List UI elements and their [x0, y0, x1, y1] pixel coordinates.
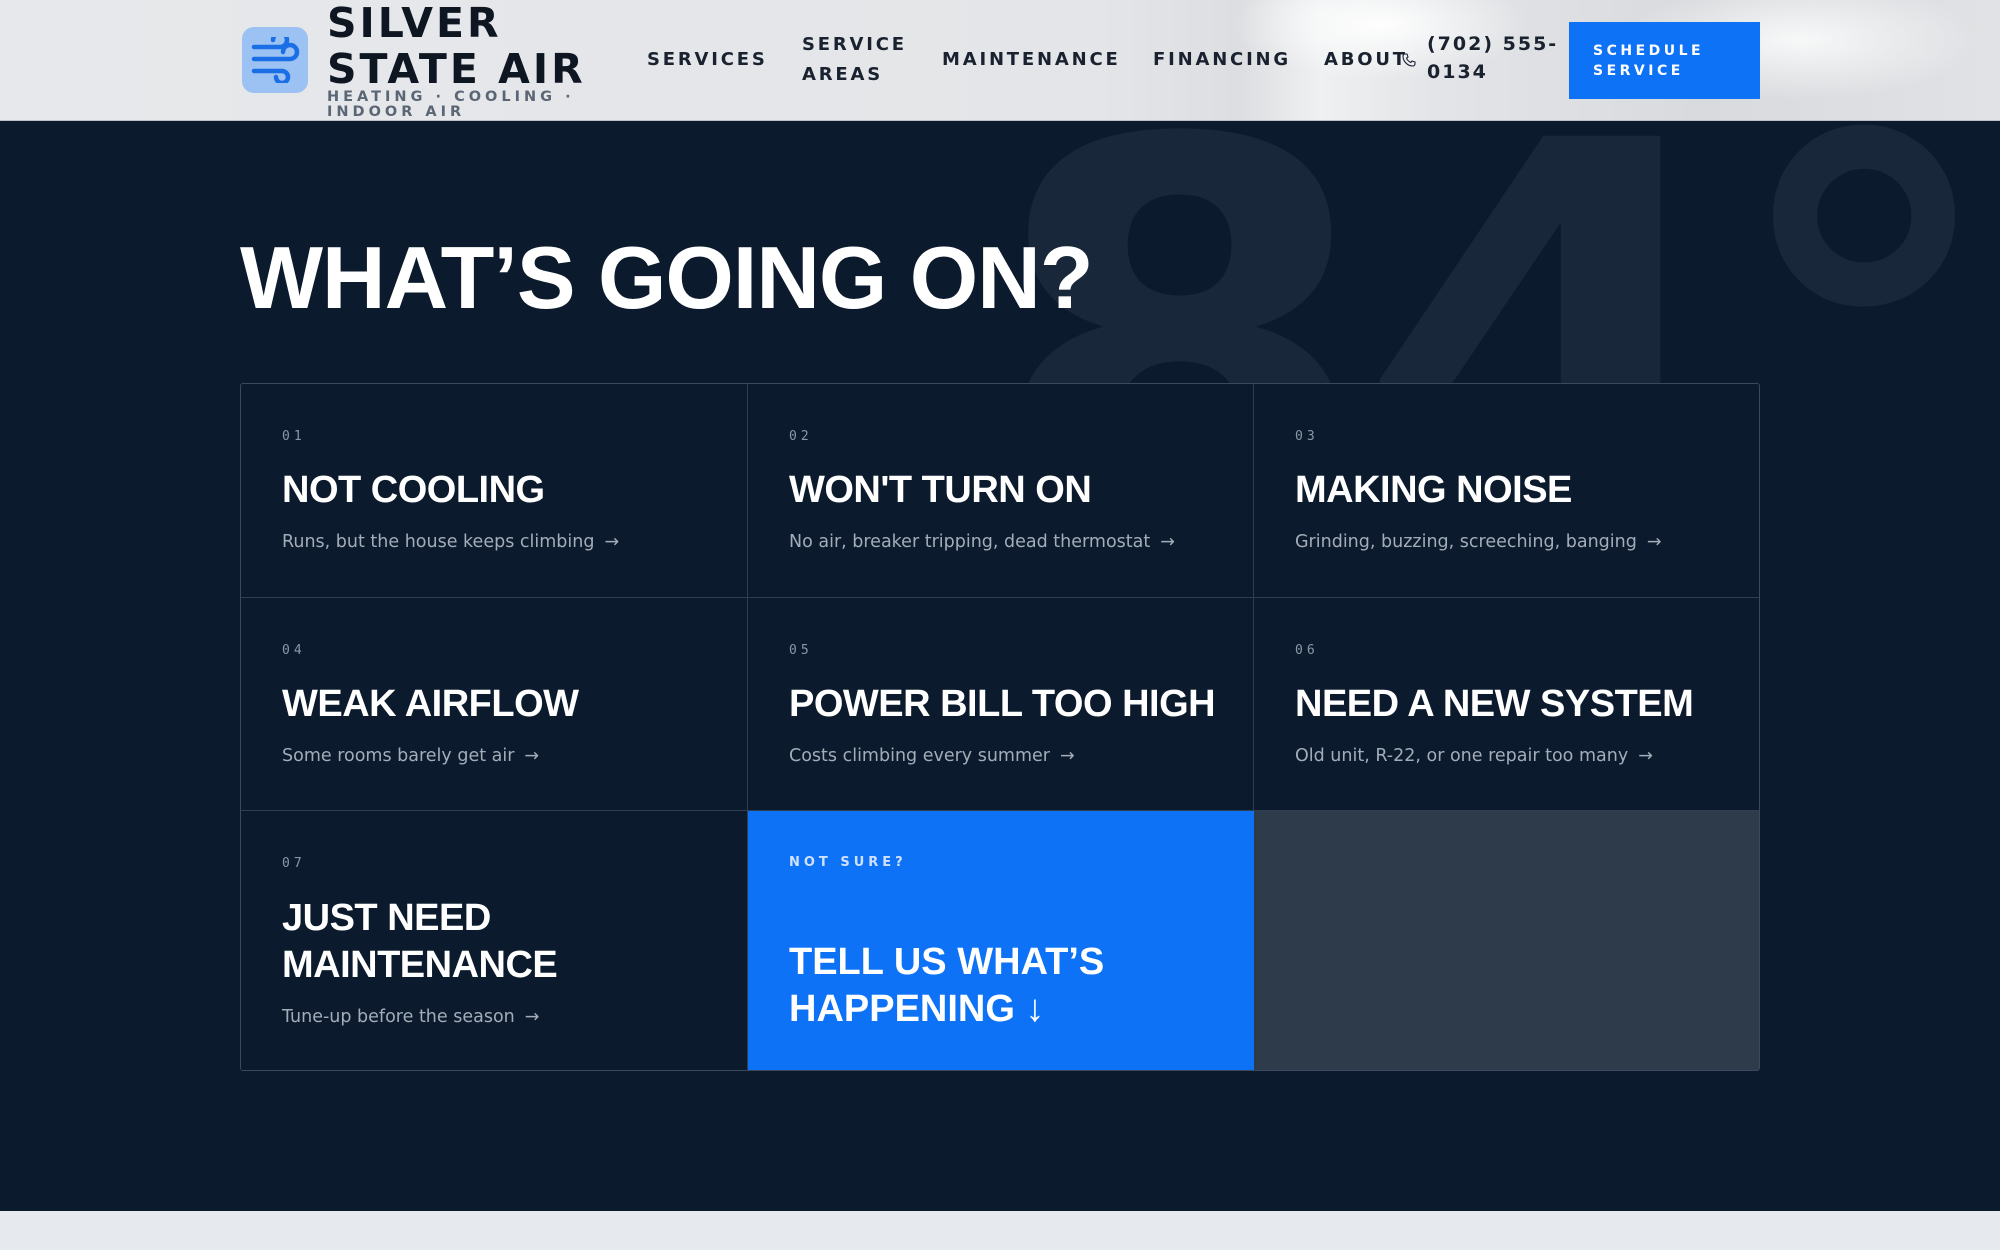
site-header: SILVER STATE AIR HEATING · COOLING · IND… — [0, 0, 2000, 121]
issue-card-weak-airflow[interactable]: 04 WEAK AIRFLOW Some rooms barely get ai… — [241, 598, 748, 811]
issue-card-new-system[interactable]: 06 NEED A NEW SYSTEM Old unit, R-22, or … — [1254, 598, 1759, 811]
arrow-right-icon: → — [524, 746, 540, 766]
issue-title: WON'T TURN ON — [789, 469, 1092, 511]
nav-financing[interactable]: FINANCING — [1153, 45, 1291, 75]
issue-number: 05 — [789, 643, 813, 658]
issue-subtitle-text: Some rooms barely get air — [282, 746, 515, 766]
arrow-right-icon: → — [1059, 746, 1075, 766]
issue-title: POWER BILL TOO HIGH — [789, 683, 1216, 725]
issue-title: NEED A NEW SYSTEM — [1295, 683, 1694, 725]
issue-title: JUST NEED MAINTENANCE — [282, 897, 558, 986]
issue-subtitle-text: Grinding, buzzing, screeching, banging — [1295, 532, 1637, 552]
issue-subtitle: Some rooms barely get air → — [282, 746, 539, 766]
issue-subtitle: Costs climbing every summer → — [789, 746, 1075, 766]
issue-card-making-noise[interactable]: 03 MAKING NOISE Grinding, buzzing, scree… — [1254, 384, 1759, 598]
nav-about[interactable]: ABOUT — [1324, 45, 1408, 75]
brand-name-line2: STATE AIR — [327, 45, 586, 93]
issue-number: 01 — [282, 429, 306, 444]
background-temperature: 84° — [985, 121, 2000, 421]
phone-number[interactable]: (702) 555-0134 — [1427, 30, 1567, 86]
tell-us-title: TELL US WHAT’S HAPPENING ↓ — [789, 939, 1169, 1033]
page-title: WHAT’S GOING ON? — [240, 228, 1094, 327]
issue-subtitle-text: Runs, but the house keeps climbing — [282, 532, 595, 552]
brand-tagline: HEATING · COOLING · INDOOR AIR — [327, 89, 575, 120]
issue-title: WEAK AIRFLOW — [282, 683, 579, 725]
issue-card-wont-turn-on[interactable]: 02 WON'T TURN ON No air, breaker trippin… — [748, 384, 1254, 598]
arrow-down-icon: ↓ — [1025, 988, 1045, 1030]
schedule-service-button[interactable]: SCHEDULE SERVICE — [1569, 22, 1760, 99]
issue-subtitle: Runs, but the house keeps climbing → — [282, 532, 619, 552]
issue-title: NOT COOLING — [282, 469, 545, 511]
issue-number: 03 — [1295, 429, 1319, 444]
issue-subtitle-text: Costs climbing every summer — [789, 746, 1050, 766]
issue-card-maintenance[interactable]: 07 JUST NEED MAINTENANCE Tune-up before … — [241, 811, 748, 1070]
issue-title: MAKING NOISE — [1295, 469, 1572, 511]
tell-us-title-text: TELL US WHAT’S HAPPENING — [789, 941, 1105, 1030]
issue-card-not-cooling[interactable]: 01 NOT COOLING Runs, but the house keeps… — [241, 384, 748, 598]
issue-number: 07 — [282, 856, 306, 871]
issue-subtitle-text: Tune-up before the season — [282, 1007, 515, 1027]
not-sure-kicker: NOT SURE? — [789, 855, 907, 870]
issue-number: 02 — [789, 429, 813, 444]
issue-subtitle-text: Old unit, R-22, or one repair too many — [1295, 746, 1629, 766]
arrow-right-icon: → — [604, 532, 620, 552]
next-section-edge — [0, 1211, 2000, 1250]
nav-service-areas[interactable]: SERVICE AREAS — [802, 30, 917, 90]
phone-icon — [1402, 53, 1416, 67]
issue-subtitle: Old unit, R-22, or one repair too many → — [1295, 746, 1653, 766]
wind-icon-graphic — [251, 37, 300, 83]
issue-subtitle: Grinding, buzzing, screeching, banging → — [1295, 532, 1662, 552]
issue-grid: 01 NOT COOLING Runs, but the house keeps… — [240, 383, 1760, 1071]
brand-name-line1: SILVER — [327, 0, 502, 47]
wind-icon[interactable] — [242, 27, 308, 93]
issue-subtitle: No air, breaker tripping, dead thermosta… — [789, 532, 1175, 552]
arrow-right-icon: → — [1646, 532, 1662, 552]
empty-panel — [1254, 811, 1759, 1070]
issue-number: 04 — [282, 643, 306, 658]
brand-name[interactable]: SILVER STATE AIR — [327, 0, 587, 92]
issue-subtitle-text: No air, breaker tripping, dead thermosta… — [789, 532, 1151, 552]
arrow-right-icon: → — [1160, 532, 1175, 552]
nav-maintenance[interactable]: MAINTENANCE — [942, 45, 1121, 75]
arrow-right-icon: → — [1638, 746, 1653, 766]
issue-number: 06 — [1295, 643, 1319, 658]
nav-services[interactable]: SERVICES — [647, 45, 768, 75]
issue-subtitle: Tune-up before the season → — [282, 1007, 539, 1027]
tell-us-card[interactable]: NOT SURE? TELL US WHAT’S HAPPENING ↓ — [748, 811, 1254, 1070]
arrow-right-icon: → — [524, 1007, 540, 1027]
issue-card-power-bill[interactable]: 05 POWER BILL TOO HIGH Costs climbing ev… — [748, 598, 1254, 811]
